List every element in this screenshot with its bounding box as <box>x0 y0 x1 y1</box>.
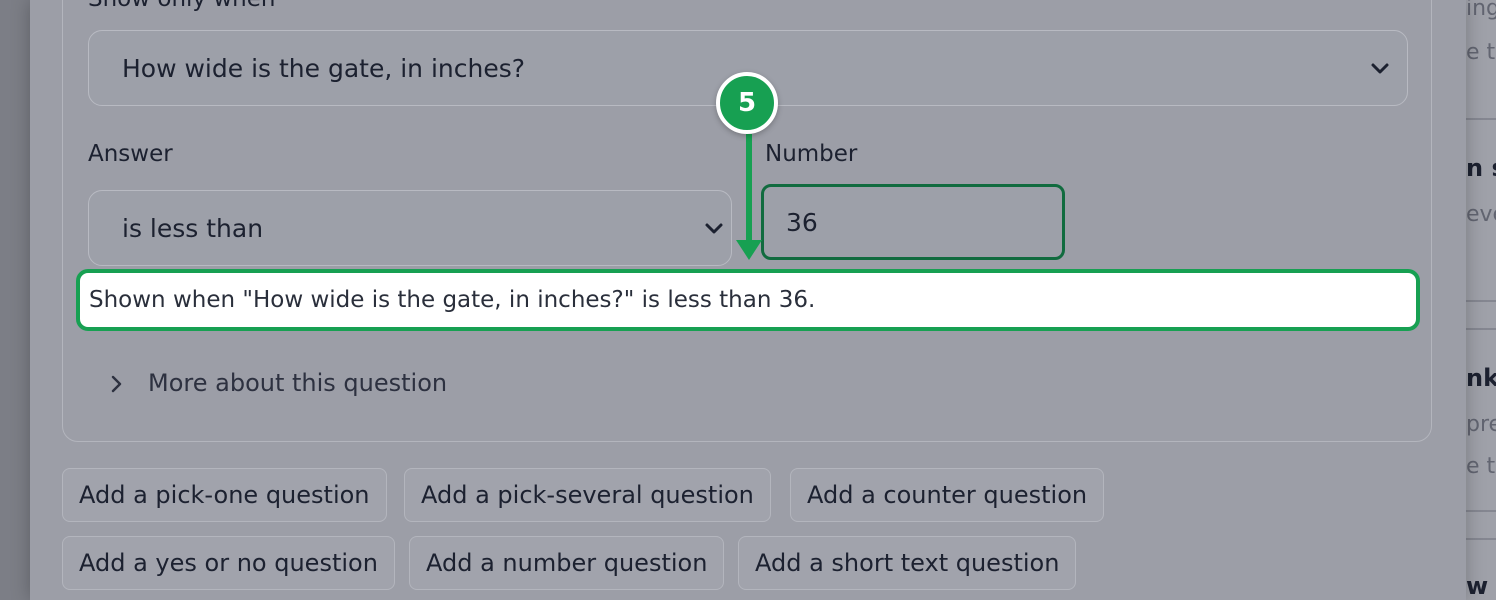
background-left-strip <box>0 0 30 600</box>
background-heading-fragment: w <box>1466 572 1489 600</box>
background-divider <box>1466 328 1496 330</box>
answer-label: Answer <box>88 141 173 167</box>
step-number-badge: 5 <box>716 72 778 134</box>
background-text-fragment: ing <box>1466 0 1496 21</box>
more-about-question-label: More about this question <box>148 369 448 397</box>
chevron-right-icon <box>111 375 122 393</box>
background-page: ing e th n s eve nk pre e t w <box>1466 0 1496 600</box>
number-input[interactable]: 36 <box>761 184 1065 260</box>
add-number-question-button[interactable]: Add a number question <box>409 536 725 590</box>
chevron-down-icon <box>1371 63 1389 74</box>
background-text-fragment: eve <box>1466 202 1496 227</box>
answer-operator-value: is less than <box>122 214 264 243</box>
add-yes-no-question-button[interactable]: Add a yes or no question <box>62 536 395 590</box>
answer-operator-select[interactable]: is less than <box>88 190 732 266</box>
background-text-fragment: pre <box>1466 412 1496 437</box>
add-pick-several-question-button[interactable]: Add a pick-several question <box>404 468 771 522</box>
number-input-value: 36 <box>786 208 818 237</box>
background-divider <box>1466 510 1496 512</box>
background-heading-fragment: n s <box>1466 154 1496 182</box>
background-divider <box>1466 118 1496 120</box>
add-pick-one-question-button[interactable]: Add a pick-one question <box>62 468 387 522</box>
chevron-down-icon <box>705 223 723 234</box>
background-divider <box>1466 300 1496 302</box>
add-counter-question-button[interactable]: Add a counter question <box>790 468 1105 522</box>
background-text-fragment: e t <box>1466 454 1496 479</box>
number-label: Number <box>765 141 858 167</box>
condition-summary-callout: Shown when "How wide is the gate, in inc… <box>76 269 1420 331</box>
question-select-value: How wide is the gate, in inches? <box>122 54 526 83</box>
background-text-fragment: e th <box>1466 40 1496 65</box>
show-only-when-label: Show only when <box>88 0 275 12</box>
background-divider <box>1466 538 1496 540</box>
condition-summary-text: Shown when "How wide is the gate, in inc… <box>89 287 816 313</box>
background-heading-fragment: nk <box>1466 364 1496 392</box>
arrow-down-icon <box>736 134 762 260</box>
add-short-text-question-button[interactable]: Add a short text question <box>738 536 1077 590</box>
